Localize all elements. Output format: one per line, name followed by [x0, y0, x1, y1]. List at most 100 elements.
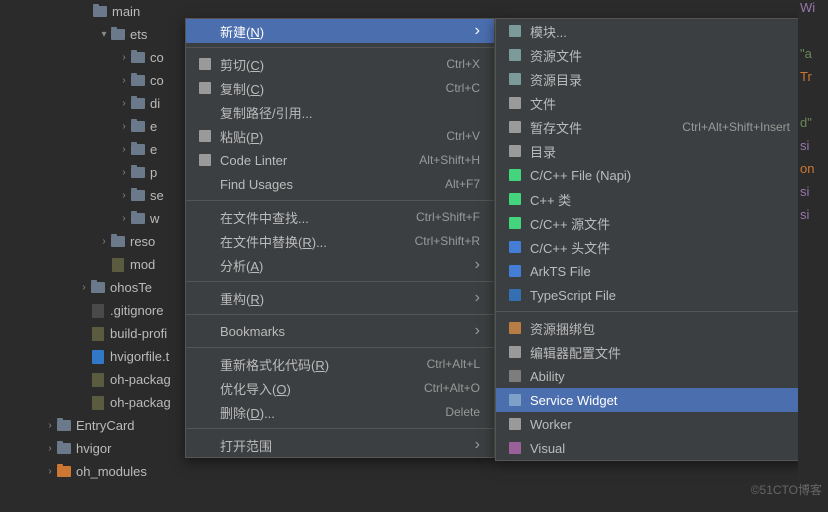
tree-arrow-icon: › — [78, 282, 90, 293]
menu-item[interactable]: 资源捆绑包 — [496, 316, 804, 340]
menu-item[interactable]: C/C++ File (Napi) — [496, 163, 804, 187]
tree-item-label: oh_modules — [76, 464, 147, 479]
menu-item[interactable]: 新建(N) — [186, 19, 494, 43]
tree-item[interactable]: ›w — [0, 207, 200, 230]
menu-item[interactable]: 资源目录 — [496, 67, 804, 91]
tree-item-label: w — [150, 211, 159, 226]
menu-item[interactable]: 打开范围 — [186, 433, 494, 457]
menu-item[interactable]: ArkTS File — [496, 259, 804, 283]
tree-item[interactable]: mod — [0, 253, 200, 276]
menu-separator — [186, 314, 494, 315]
tree-item-label: ets — [130, 27, 147, 42]
menu-item-label: 重构(R) — [220, 289, 264, 308]
menu-item-label: ArkTS File — [530, 264, 591, 279]
tree-item[interactable]: ›ohosTe — [0, 276, 200, 299]
menu-separator — [496, 311, 804, 312]
tree-item-label: co — [150, 50, 164, 65]
tree-item[interactable]: ›reso — [0, 230, 200, 253]
menu-item[interactable]: 删除(D)...Delete — [186, 400, 494, 424]
menu-separator — [186, 47, 494, 48]
menu-item-label: TypeScript File — [530, 288, 616, 303]
menu-item[interactable]: Bookmarks — [186, 319, 494, 343]
tree-item[interactable]: hvigorfile.t — [0, 345, 200, 368]
menu-item-label: 暂存文件 — [530, 118, 582, 137]
menu-item-label: 打开范围 — [220, 436, 272, 455]
tree-item[interactable]: ›hvigor — [0, 437, 200, 460]
module-icon — [506, 24, 524, 38]
tree-item[interactable]: build-profi — [0, 322, 200, 345]
menu-separator — [186, 200, 494, 201]
menu-item[interactable]: C++ 类 — [496, 187, 804, 211]
menu-shortcut: Ctrl+Shift+R — [415, 234, 480, 248]
menu-item[interactable]: Ability — [496, 364, 804, 388]
menu-item[interactable]: 文件 — [496, 91, 804, 115]
menu-item[interactable]: 分析(A) — [186, 253, 494, 277]
menu-shortcut: Ctrl+Alt+L — [427, 357, 480, 371]
tree-item[interactable]: main — [0, 0, 200, 23]
menu-item[interactable]: 重新格式化代码(R)Ctrl+Alt+L — [186, 352, 494, 376]
json-file-icon — [90, 372, 106, 388]
tree-item[interactable]: ›oh_modules — [0, 460, 200, 483]
ts-file-icon — [90, 349, 106, 365]
cut-icon — [196, 57, 214, 71]
menu-item[interactable]: 目录 — [496, 139, 804, 163]
tree-item[interactable]: ▾ets — [0, 23, 200, 46]
menu-item[interactable]: 在文件中查找...Ctrl+Shift+F — [186, 205, 494, 229]
menu-item-label: 模块... — [530, 22, 567, 41]
tree-item-label: .gitignore — [110, 303, 163, 318]
menu-item[interactable]: 模块... — [496, 19, 804, 43]
tree-item[interactable]: ›co — [0, 46, 200, 69]
menu-item[interactable]: 复制(C)Ctrl+C — [186, 76, 494, 100]
menu-item-label: C/C++ 头文件 — [530, 238, 610, 257]
tree-item[interactable]: ›se — [0, 184, 200, 207]
menu-item[interactable]: C/C++ 源文件 — [496, 211, 804, 235]
menu-item[interactable]: 优化导入(O)Ctrl+Alt+O — [186, 376, 494, 400]
menu-separator — [186, 347, 494, 348]
menu-separator — [186, 281, 494, 282]
tree-item[interactable]: ›di — [0, 92, 200, 115]
tree-item[interactable]: ›p — [0, 161, 200, 184]
file-icon — [90, 303, 106, 319]
menu-item[interactable]: Worker — [496, 412, 804, 436]
paste-icon — [196, 129, 214, 143]
tree-item[interactable]: .gitignore — [0, 299, 200, 322]
folder-icon — [110, 234, 126, 250]
resfile-icon — [506, 48, 524, 62]
menu-item[interactable]: Find UsagesAlt+F7 — [186, 172, 494, 196]
copy-icon — [196, 81, 214, 95]
menu-item[interactable]: 暂存文件Ctrl+Alt+Shift+Insert — [496, 115, 804, 139]
menu-item[interactable]: 在文件中替换(R)...Ctrl+Shift+R — [186, 229, 494, 253]
menu-item[interactable]: 编辑器配置文件 — [496, 340, 804, 364]
menu-item[interactable]: 粘贴(P)Ctrl+V — [186, 124, 494, 148]
project-tree[interactable]: main▾ets›co›co›di›e›e›p›se›w›resomod›oho… — [0, 0, 200, 483]
menu-item[interactable]: Visual — [496, 436, 804, 460]
visual-icon — [506, 441, 524, 455]
tree-item[interactable]: oh-packag — [0, 391, 200, 414]
menu-item-label: 新建(N) — [220, 22, 264, 41]
menu-item-label: 目录 — [530, 142, 556, 161]
json-file-icon — [110, 257, 126, 273]
tree-item[interactable]: oh-packag — [0, 368, 200, 391]
tree-item[interactable]: ›EntryCard — [0, 414, 200, 437]
menu-item-label: 分析(A) — [220, 256, 263, 275]
menu-item[interactable]: Service Widget — [496, 388, 804, 412]
menu-item[interactable]: 剪切(C)Ctrl+X — [186, 52, 494, 76]
tree-item-label: reso — [130, 234, 155, 249]
menu-item[interactable]: C/C++ 头文件 — [496, 235, 804, 259]
tree-arrow-icon: › — [44, 420, 56, 431]
tree-arrow-icon: › — [118, 144, 130, 155]
menu-shortcut: Delete — [445, 405, 480, 419]
menu-item-label: Visual — [530, 441, 565, 456]
folder-icon — [92, 4, 108, 20]
menu-item[interactable]: 资源文件 — [496, 43, 804, 67]
dir-icon — [506, 144, 524, 158]
menu-item[interactable]: 重构(R) — [186, 286, 494, 310]
menu-item[interactable]: Code LinterAlt+Shift+H — [186, 148, 494, 172]
menu-shortcut: Ctrl+X — [446, 57, 480, 71]
tree-item[interactable]: ›e — [0, 115, 200, 138]
json-file-icon — [90, 326, 106, 342]
menu-item[interactable]: 复制路径/引用... — [186, 100, 494, 124]
tree-item[interactable]: ›e — [0, 138, 200, 161]
tree-item[interactable]: ›co — [0, 69, 200, 92]
menu-item[interactable]: TypeScript File — [496, 283, 804, 307]
